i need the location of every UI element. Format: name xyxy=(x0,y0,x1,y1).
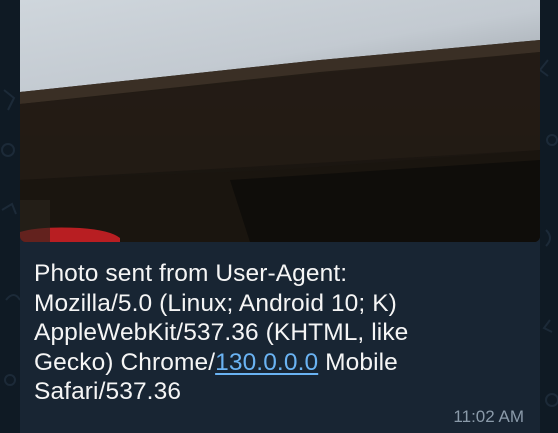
message-bubble[interactable]: Photo sent from User-Agent: Mozilla/5.0 … xyxy=(20,0,540,433)
photo-attachment[interactable] xyxy=(20,0,540,242)
caption-line-4-tail: Mobile xyxy=(325,348,398,376)
photo-image xyxy=(20,0,540,242)
caption-line-3: AppleWebKit/537.36 (KHTML, like xyxy=(34,319,409,346)
caption-line-5: Safari/537.36 xyxy=(34,378,182,405)
caption-line-4-text: Gecko) Chrome/ xyxy=(34,348,216,376)
caption-line-2: Mozilla/5.0 (Linux; Android 10; K) xyxy=(34,289,397,317)
caption-line-1: Photo sent from User-Agent: xyxy=(34,260,348,287)
message-caption: Photo sent from User-Agent: Mozilla/5.0 … xyxy=(34,259,532,407)
message-timestamp: 11:02 AM xyxy=(453,407,524,426)
caption-line-4: Gecko) Chrome/130.0.0.0 Mobile xyxy=(34,348,532,378)
version-link[interactable]: 130.0.0.0 xyxy=(215,349,318,376)
